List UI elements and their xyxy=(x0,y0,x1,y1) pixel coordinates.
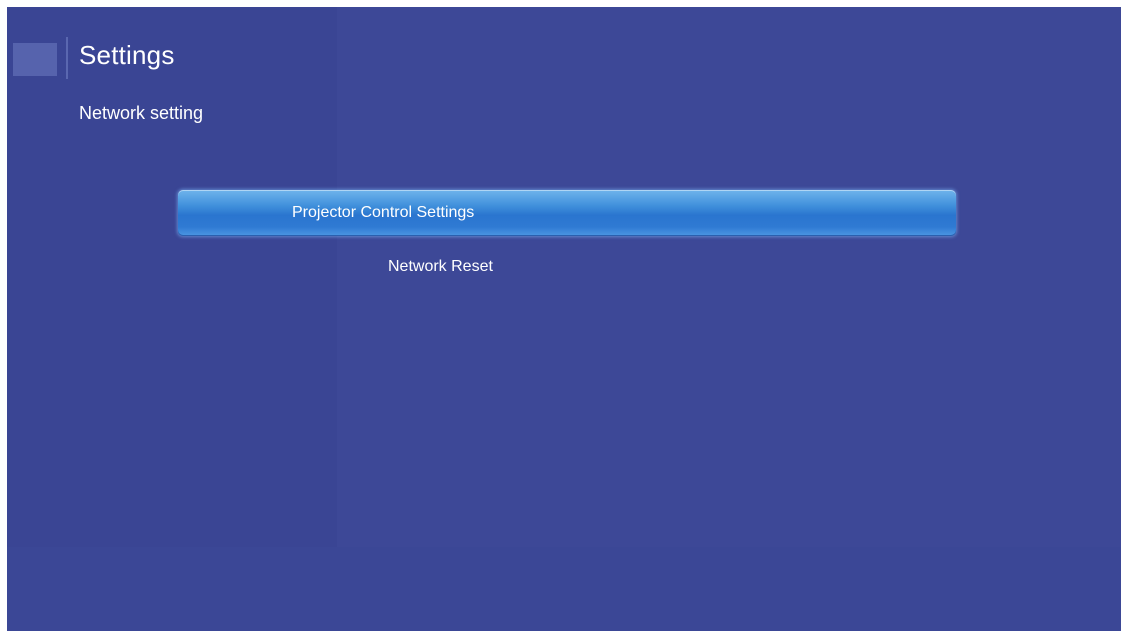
breadcrumb: Network setting xyxy=(79,103,204,123)
header-divider xyxy=(66,37,68,79)
settings-app-icon xyxy=(13,43,57,76)
page-title: Settings xyxy=(79,40,175,70)
network-settings-menu: Projector Control Settings Network Reset xyxy=(178,190,956,282)
menu-item-projector-control-settings[interactable]: Projector Control Settings xyxy=(178,190,956,236)
settings-screen: Settings Network setting Projector Contr… xyxy=(7,7,1121,631)
menu-item-label: Projector Control Settings xyxy=(292,204,475,221)
background-band xyxy=(7,547,1121,631)
menu-item-label: Network Reset xyxy=(388,258,493,275)
menu-item-network-reset[interactable]: Network Reset xyxy=(178,236,956,282)
